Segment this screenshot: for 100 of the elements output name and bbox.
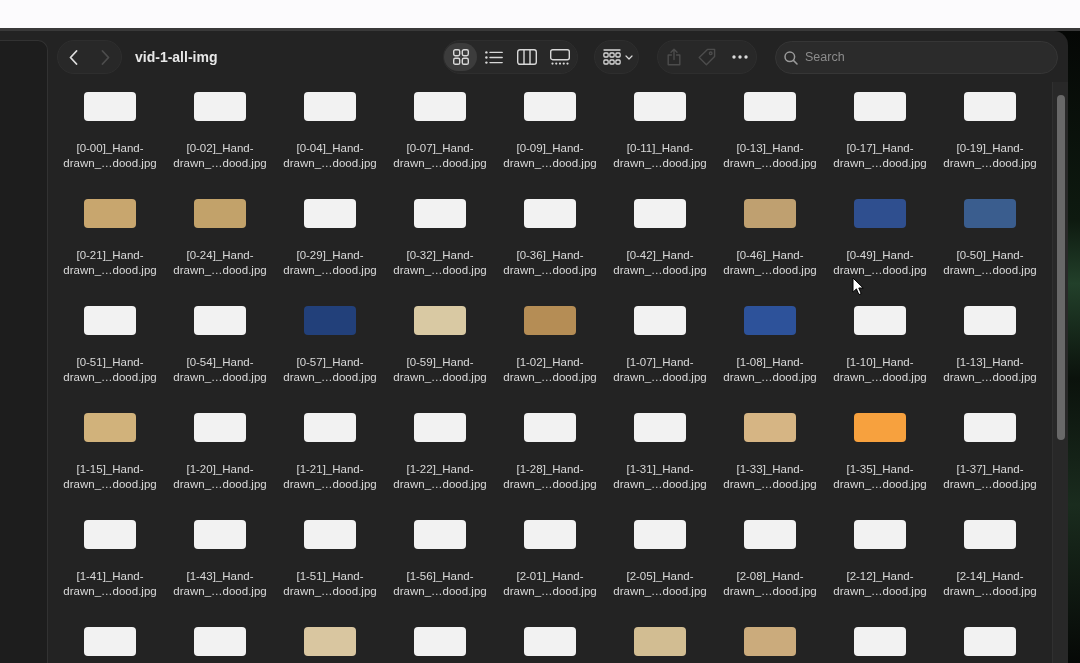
thumbnail-placeholder[interactable]	[854, 520, 906, 549]
file-name[interactable]: [1-31]_Hand-drawn_…dood.jpg	[607, 462, 713, 492]
icon-view-button[interactable]	[444, 43, 477, 71]
search-field[interactable]: Search	[775, 40, 1058, 74]
thumbnail-placeholder[interactable]	[634, 199, 686, 228]
scrollbar-track[interactable]	[1052, 82, 1068, 663]
thumbnail-placeholder[interactable]	[84, 306, 136, 335]
thumbnail-placeholder[interactable]	[524, 306, 576, 335]
thumbnail-placeholder[interactable]	[84, 92, 136, 121]
thumbnail-placeholder[interactable]	[84, 413, 136, 442]
thumbnail-placeholder[interactable]	[634, 520, 686, 549]
thumbnail-placeholder[interactable]	[304, 413, 356, 442]
file-name[interactable]: [0-24]_Hand-drawn_…dood.jpg	[167, 248, 273, 278]
thumbnail-placeholder[interactable]	[634, 306, 686, 335]
file-name[interactable]: [1-33]_Hand-drawn_…dood.jpg	[717, 462, 823, 492]
thumbnail-placeholder[interactable]	[634, 627, 686, 656]
thumbnail-placeholder[interactable]	[744, 199, 796, 228]
file-name[interactable]: [1-15]_Hand-drawn_…dood.jpg	[57, 462, 163, 492]
file-name[interactable]: [1-10]_Hand-drawn_…dood.jpg	[827, 355, 933, 385]
file-name[interactable]: [0-54]_Hand-drawn_…dood.jpg	[167, 355, 273, 385]
file-name[interactable]: [0-19]_Hand-drawn_…dood.jpg	[937, 141, 1043, 171]
thumbnail-placeholder[interactable]	[84, 627, 136, 656]
file-name[interactable]: [1-56]_Hand-drawn_…dood.jpg	[387, 569, 493, 599]
file-name[interactable]: [0-11]_Hand-drawn_…dood.jpg	[607, 141, 713, 171]
thumbnail-placeholder[interactable]	[414, 520, 466, 549]
thumbnail-placeholder[interactable]	[964, 199, 1016, 228]
thumbnail-placeholder[interactable]	[744, 520, 796, 549]
file-name[interactable]: [1-22]_Hand-drawn_…dood.jpg	[387, 462, 493, 492]
thumbnail-placeholder[interactable]	[634, 413, 686, 442]
thumbnail-placeholder[interactable]	[634, 92, 686, 121]
thumbnail-placeholder[interactable]	[194, 627, 246, 656]
thumbnail-placeholder[interactable]	[84, 199, 136, 228]
file-name[interactable]: [1-51]_Hand-drawn_…dood.jpg	[277, 569, 383, 599]
thumbnail-placeholder[interactable]	[524, 92, 576, 121]
group-by-button[interactable]	[594, 40, 639, 74]
thumbnail-placeholder[interactable]	[304, 627, 356, 656]
file-name[interactable]: [0-13]_Hand-drawn_…dood.jpg	[717, 141, 823, 171]
file-name[interactable]: [1-13]_Hand-drawn_…dood.jpg	[937, 355, 1043, 385]
file-name[interactable]: [0-07]_Hand-drawn_…dood.jpg	[387, 141, 493, 171]
file-name[interactable]: [1-35]_Hand-drawn_…dood.jpg	[827, 462, 933, 492]
thumbnail-placeholder[interactable]	[304, 199, 356, 228]
file-name[interactable]: [0-42]_Hand-drawn_…dood.jpg	[607, 248, 713, 278]
thumbnail-placeholder[interactable]	[744, 306, 796, 335]
thumbnail-placeholder[interactable]	[194, 306, 246, 335]
file-name[interactable]: [1-21]_Hand-drawn_…dood.jpg	[277, 462, 383, 492]
thumbnail-placeholder[interactable]	[304, 520, 356, 549]
thumbnail-placeholder[interactable]	[194, 199, 246, 228]
file-name[interactable]: [0-29]_Hand-drawn_…dood.jpg	[277, 248, 383, 278]
file-name[interactable]: [0-00]_Hand-drawn_…dood.jpg	[57, 141, 163, 171]
thumbnail-placeholder[interactable]	[854, 92, 906, 121]
thumbnail-placeholder[interactable]	[304, 306, 356, 335]
file-name[interactable]: [0-57]_Hand-drawn_…dood.jpg	[277, 355, 383, 385]
file-name[interactable]: [1-41]_Hand-drawn_…dood.jpg	[57, 569, 163, 599]
thumbnail-placeholder[interactable]	[854, 306, 906, 335]
thumbnail-placeholder[interactable]	[964, 306, 1016, 335]
file-name[interactable]: [0-50]_Hand-drawn_…dood.jpg	[937, 248, 1043, 278]
file-name[interactable]: [0-59]_Hand-drawn_…dood.jpg	[387, 355, 493, 385]
thumbnail-placeholder[interactable]	[304, 92, 356, 121]
thumbnail-placeholder[interactable]	[854, 413, 906, 442]
thumbnail-placeholder[interactable]	[524, 520, 576, 549]
thumbnail-placeholder[interactable]	[964, 520, 1016, 549]
thumbnail-placeholder[interactable]	[414, 413, 466, 442]
thumbnail-placeholder[interactable]	[524, 413, 576, 442]
thumbnail-placeholder[interactable]	[414, 92, 466, 121]
file-name[interactable]: [1-07]_Hand-drawn_…dood.jpg	[607, 355, 713, 385]
file-name[interactable]: [0-32]_Hand-drawn_…dood.jpg	[387, 248, 493, 278]
file-name[interactable]: [0-04]_Hand-drawn_…dood.jpg	[277, 141, 383, 171]
thumbnail-placeholder[interactable]	[194, 520, 246, 549]
thumbnail-placeholder[interactable]	[744, 92, 796, 121]
thumbnail-placeholder[interactable]	[964, 413, 1016, 442]
thumbnail-placeholder[interactable]	[414, 199, 466, 228]
thumbnail-placeholder[interactable]	[524, 199, 576, 228]
file-name[interactable]: [0-02]_Hand-drawn_…dood.jpg	[167, 141, 273, 171]
file-name[interactable]: [1-43]_Hand-drawn_…dood.jpg	[167, 569, 273, 599]
file-name[interactable]: [0-49]_Hand-drawn_…dood.jpg	[827, 248, 933, 278]
file-name[interactable]: [1-20]_Hand-drawn_…dood.jpg	[167, 462, 273, 492]
thumbnail-placeholder[interactable]	[964, 92, 1016, 121]
thumbnail-placeholder[interactable]	[194, 92, 246, 121]
thumbnail-placeholder[interactable]	[744, 413, 796, 442]
scrollbar-thumb[interactable]	[1056, 95, 1065, 440]
thumbnail-placeholder[interactable]	[414, 306, 466, 335]
file-name[interactable]: [2-12]_Hand-drawn_…dood.jpg	[827, 569, 933, 599]
file-name[interactable]: [1-02]_Hand-drawn_…dood.jpg	[497, 355, 603, 385]
file-name[interactable]: [0-21]_Hand-drawn_…dood.jpg	[57, 248, 163, 278]
file-name[interactable]: [1-28]_Hand-drawn_…dood.jpg	[497, 462, 603, 492]
file-name[interactable]: [2-14]_Hand-drawn_…dood.jpg	[937, 569, 1043, 599]
file-name[interactable]: [2-01]_Hand-drawn_…dood.jpg	[497, 569, 603, 599]
file-name[interactable]: [1-08]_Hand-drawn_…dood.jpg	[717, 355, 823, 385]
file-name[interactable]: [2-08]_Hand-drawn_…dood.jpg	[717, 569, 823, 599]
thumbnail-placeholder[interactable]	[964, 627, 1016, 656]
file-name[interactable]: [2-05]_Hand-drawn_…dood.jpg	[607, 569, 713, 599]
thumbnail-placeholder[interactable]	[854, 199, 906, 228]
file-name[interactable]: [0-51]_Hand-drawn_…dood.jpg	[57, 355, 163, 385]
file-name[interactable]: [0-17]_Hand-drawn_…dood.jpg	[827, 141, 933, 171]
file-name[interactable]: [1-37]_Hand-drawn_…dood.jpg	[937, 462, 1043, 492]
thumbnail-placeholder[interactable]	[524, 627, 576, 656]
thumbnail-placeholder[interactable]	[414, 627, 466, 656]
thumbnail-placeholder[interactable]	[84, 520, 136, 549]
file-name[interactable]: [0-09]_Hand-drawn_…dood.jpg	[497, 141, 603, 171]
thumbnail-placeholder[interactable]	[194, 413, 246, 442]
